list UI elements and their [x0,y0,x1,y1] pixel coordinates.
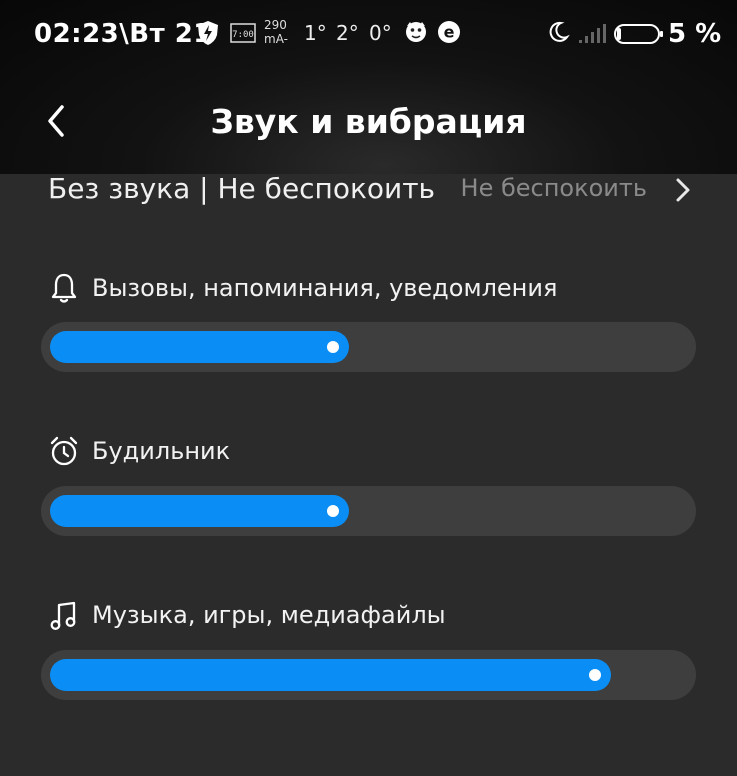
media-volume-fill [50,659,611,691]
calls-volume-slider[interactable] [41,322,696,372]
alarm-volume-label: Будильник [92,437,231,465]
e-app-icon: e [437,20,461,48]
media-volume-slider[interactable] [41,650,696,700]
media-volume-knob[interactable] [589,669,601,681]
moon-icon [546,20,570,48]
alarm-volume-slider[interactable] [41,486,696,536]
battery-icon [614,24,664,48]
alarm-volume-knob[interactable] [327,505,339,517]
dnd-label: Без звука | Не беспокоить [48,172,436,205]
temp-1: 1° [304,21,327,45]
calls-volume-fill [50,331,349,363]
signal-icon [578,22,606,48]
alarm-volume-fill [50,495,349,527]
chevron-right-icon [672,176,694,204]
battery-percent: 5 % [668,19,722,49]
page-title: Звук и вибрация [210,102,527,141]
dnd-setting-row[interactable]: Без звука | Не беспокоить Не беспокоить [0,168,737,212]
bolt-shield-icon [196,20,220,50]
music-note-icon [48,600,80,632]
svg-text:e: e [444,23,455,42]
temp-3: 0° [369,21,392,45]
status-bar: 02:23\Вт 21 7:00 290 mA- 1° 2° 0° e 5 % [0,0,737,66]
bell-icon [48,272,80,304]
calls-volume-label: Вызовы, напоминания, уведомления [92,274,558,302]
dnd-value: Не беспокоить [460,174,647,202]
header: 02:23\Вт 21 7:00 290 mA- 1° 2° 0° e 5 % … [0,0,737,174]
temp-2: 2° [336,21,359,45]
bulldog-icon [404,20,428,48]
charge-rate-top: 290 [264,18,287,32]
svg-text:7:00: 7:00 [232,30,254,40]
calls-volume-knob[interactable] [327,341,339,353]
status-time: 02:23\Вт 21 [34,19,212,49]
media-volume-label: Музыка, игры, медиафайлы [92,601,446,629]
alarm-clock-icon [48,435,80,467]
clock-status-icon: 7:00 [230,22,256,48]
charge-rate-bottom: mA- [264,32,288,46]
